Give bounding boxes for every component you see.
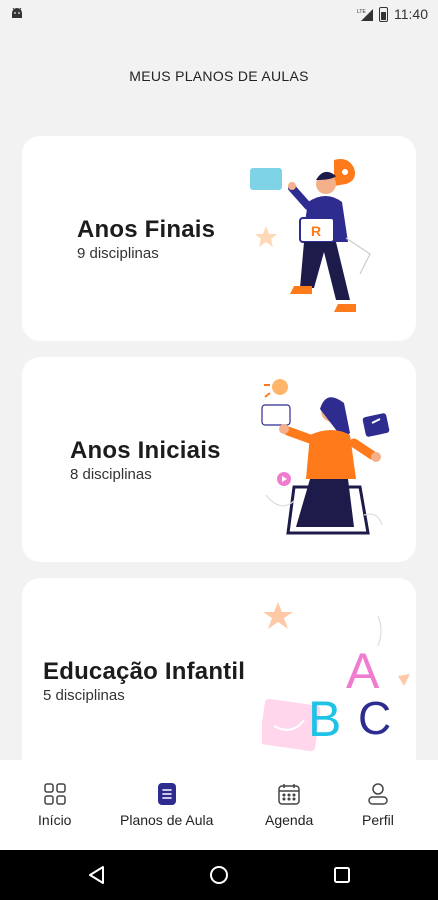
svg-text:R: R: [311, 223, 321, 239]
nav-perfil[interactable]: Perfil: [362, 782, 394, 828]
home-icon[interactable]: [208, 864, 230, 886]
abc-letters-illustration: A B C: [262, 602, 410, 752]
bottom-nav: Início Planos de Aula Agenda Perfil: [0, 760, 438, 850]
card-subtitle: 8 disciplinas: [70, 466, 152, 483]
card-subtitle: 9 disciplinas: [77, 245, 159, 262]
nav-inicio[interactable]: Início: [38, 782, 71, 828]
svg-text:LTE: LTE: [357, 9, 366, 15]
recent-apps-icon[interactable]: [331, 864, 353, 886]
girl-from-tablet-illustration: [261, 379, 390, 535]
nav-label: Agenda: [265, 812, 314, 828]
android-icon: [12, 7, 22, 18]
nav-label: Planos de Aula: [120, 812, 214, 828]
svg-text:A: A: [346, 643, 380, 699]
svg-text:B: B: [308, 691, 341, 747]
calendar-icon: [278, 784, 300, 805]
system-nav-bar: [0, 850, 438, 900]
card-subtitle: 5 disciplinas: [43, 687, 125, 704]
person-icon: [368, 783, 388, 805]
document-icon: [157, 783, 176, 805]
status-bar: LTE 11:40: [0, 0, 438, 28]
card-title: Anos Finais: [77, 216, 216, 243]
card-title: Anos Iniciais: [70, 437, 221, 464]
card-title: Educação Infantil: [43, 658, 246, 685]
nav-label: Perfil: [362, 812, 394, 828]
nav-planos-de-aula[interactable]: Planos de Aula: [120, 782, 213, 828]
card-anos-iniciais[interactable]: Anos Iniciais 8 disciplinas: [22, 357, 416, 562]
battery-icon: [379, 6, 388, 22]
signal-icon: LTE: [357, 9, 373, 21]
page-title: MEUS PLANOS DE AULAS: [129, 68, 309, 84]
nav-agenda[interactable]: Agenda: [265, 782, 313, 828]
back-icon[interactable]: [86, 864, 108, 886]
svg-text:C: C: [358, 692, 391, 744]
nav-label: Início: [38, 812, 72, 828]
student-with-laptop-illustration: R: [250, 159, 371, 312]
grid-icon: [43, 783, 66, 805]
card-anos-finais[interactable]: Anos Finais 9 disciplinas R: [22, 136, 416, 341]
status-time: 11:40: [394, 6, 428, 22]
